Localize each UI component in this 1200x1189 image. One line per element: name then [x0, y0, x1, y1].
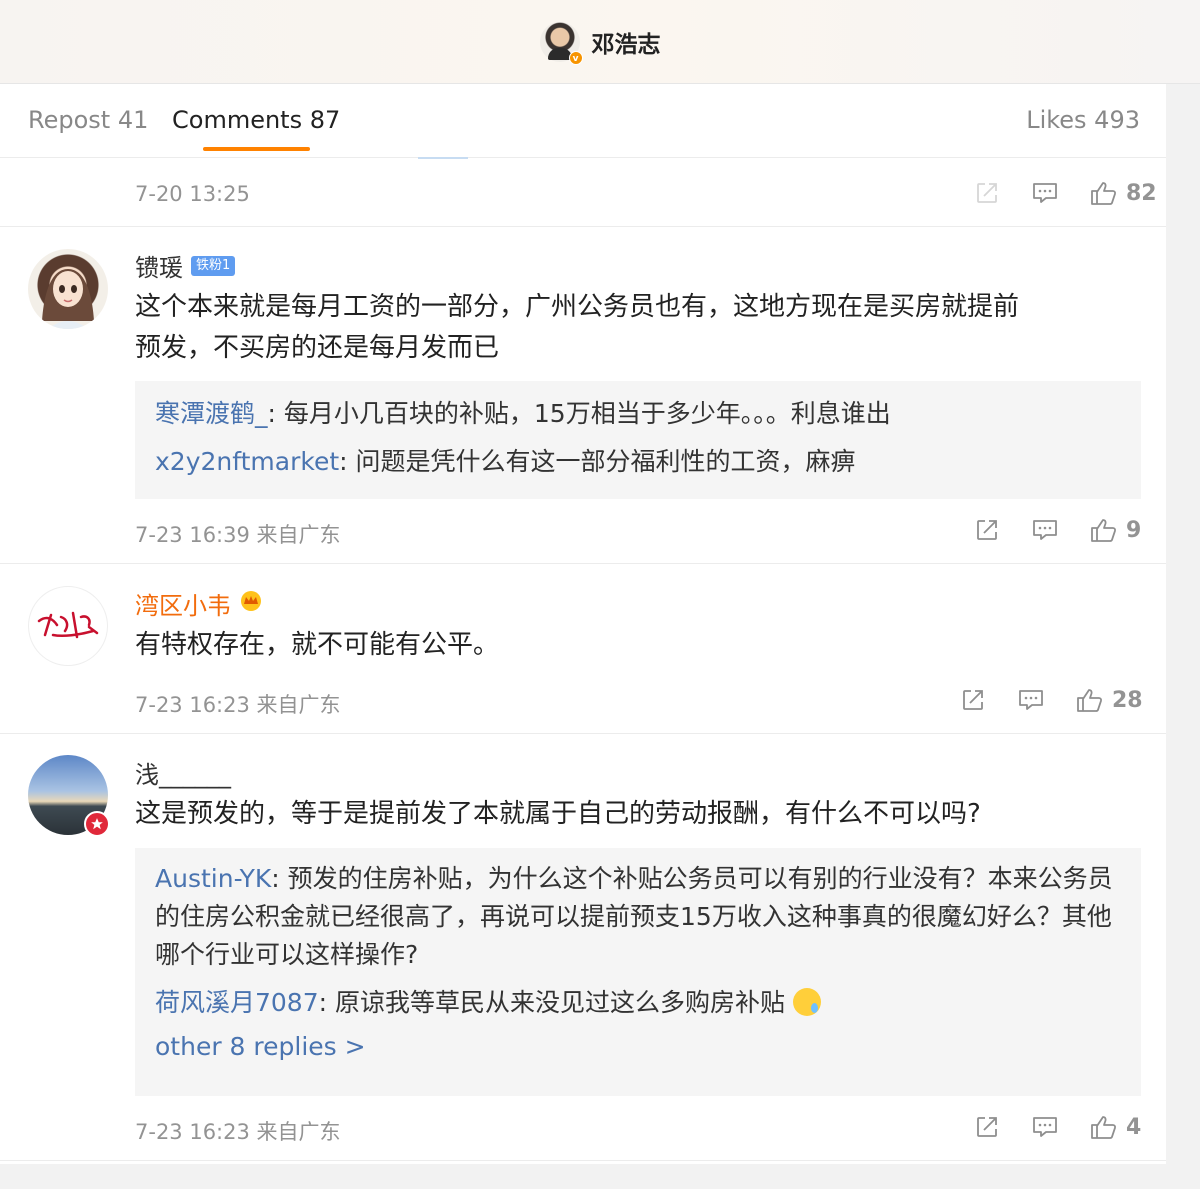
comment-icon[interactable] [1032, 1115, 1058, 1139]
sad-sweat-emoji-icon [792, 988, 821, 1016]
comment-actions: 9 [974, 517, 1141, 543]
username-text[interactable]: 镄瑗 [135, 248, 183, 283]
fan-badge: 铁粉1 [191, 255, 236, 276]
like-count: 4 [1126, 1114, 1142, 1140]
reply-box: 寒潭渡鹤_: 每月小几百块的补贴，15万相当于多少年。。。利息谁出 x2y2nf… [135, 381, 1141, 499]
crown-icon [239, 589, 263, 619]
avatar-calligraphy [37, 611, 99, 639]
comment-text: 有特权存在，就不可能有公平。 [135, 625, 1135, 666]
user-avatar[interactable] [28, 755, 110, 837]
reply-text: : 问题是凭什么有这一部分福利性的工资，麻痹 [339, 447, 856, 476]
tab-repost[interactable]: Repost 41 [28, 106, 148, 134]
reply-text: : 每月小几百块的补贴，15万相当于多少年。。。利息谁出 [267, 399, 891, 428]
share-icon[interactable] [974, 181, 1000, 205]
username-text[interactable]: 湾区小韦 [135, 586, 231, 621]
reply-username[interactable]: Austin-YK [155, 864, 271, 893]
reply-item[interactable]: 寒潭渡鹤_: 每月小几百块的补贴，15万相当于多少年。。。利息谁出 [155, 395, 1121, 433]
reply-text: : 原谅我等草民从来没见过这么多购房补贴 [318, 988, 785, 1017]
comment-username[interactable]: 镄瑗 铁粉1 [135, 248, 236, 283]
comment-actions: 82 [974, 180, 1157, 206]
comments-panel: Repost 41 Comments 87 Likes 493 7-20 13:… [0, 84, 1166, 1164]
reply-box: Austin-YK: 预发的住房补贴，为什么这个补贴公务员可以有别的行业没有？本… [135, 848, 1141, 1096]
comment-username[interactable]: 浅______ [135, 755, 231, 790]
avatar-illustration [42, 269, 94, 329]
verified-badge-icon: v [568, 50, 583, 65]
comment-meta: 7-23 16:23 来自广东 [135, 693, 341, 717]
author-avatar-figure [547, 47, 572, 60]
comment-time: 7-20 13:25 [135, 182, 250, 206]
divider [0, 563, 1166, 564]
divider [0, 733, 1166, 734]
share-icon[interactable] [960, 688, 986, 712]
tab-likes[interactable]: Likes 493 [1026, 106, 1140, 134]
user-avatar[interactable] [28, 249, 108, 329]
reply-item[interactable]: x2y2nftmarket: 问题是凭什么有这一部分福利性的工资，麻痹 [155, 443, 1121, 481]
share-icon[interactable] [974, 1115, 1000, 1139]
active-tab-indicator [203, 147, 310, 151]
reply-text: : 预发的住房补贴，为什么这个补贴公务员可以有别的行业没有？本来公务员的住房公积… [155, 864, 1113, 969]
reply-item[interactable]: Austin-YK: 预发的住房补贴，为什么这个补贴公务员可以有别的行业没有？本… [155, 860, 1121, 974]
tab-comments[interactable]: Comments 87 [172, 106, 340, 134]
top-bar: v 邓浩志 [0, 0, 1200, 84]
comment-actions: 28 [960, 687, 1143, 713]
reply-username[interactable]: 寒潭渡鹤_ [155, 399, 268, 428]
comment-icon[interactable] [1018, 688, 1044, 712]
username-text[interactable]: 浅______ [135, 755, 231, 790]
member-badge-icon [84, 811, 110, 837]
comment-text-line: 这个本来就是每月工资的一部分，广州公务员也有，这地方现在是买房就提前 [135, 292, 1020, 322]
comment-icon[interactable] [1032, 181, 1058, 205]
tab-bar: Repost 41 Comments 87 Likes 493 [0, 84, 1166, 159]
comment-icon[interactable] [1032, 518, 1058, 542]
divider [0, 1160, 1166, 1161]
comment-text-line: 这是预发的，等于是提前发了本就属于自己的劳动报酬，有什么不可以吗? [135, 799, 981, 829]
divider [0, 226, 1166, 227]
comment-meta: 7-23 16:23 来自广东 [135, 1120, 341, 1144]
like-icon[interactable] [1090, 1114, 1118, 1140]
comment-text-line: 预发，不买房的还是每月发而已 [135, 333, 500, 363]
like-icon[interactable] [1090, 517, 1118, 543]
reply-username[interactable]: 荷风溪月7087 [155, 988, 319, 1017]
user-avatar[interactable] [28, 586, 108, 666]
like-count: 9 [1126, 517, 1142, 543]
comment-text-line: 有特权存在，就不可能有公平。 [135, 630, 500, 660]
clipped-link-remnant [418, 157, 468, 159]
more-replies-link[interactable]: other 8 replies > [155, 1032, 1121, 1061]
author-name[interactable]: 邓浩志 [592, 25, 661, 59]
like-count: 28 [1112, 687, 1143, 713]
comment-text: 这个本来就是每月工资的一部分，广州公务员也有，这地方现在是买房就提前 预发，不买… [135, 287, 1135, 369]
comment-meta: 7-23 16:39 来自广东 [135, 523, 341, 547]
comment-username[interactable]: 湾区小韦 [135, 586, 263, 621]
like-count: 82 [1126, 180, 1157, 206]
author-avatar[interactable]: v [539, 21, 583, 65]
share-icon[interactable] [974, 518, 1000, 542]
like-icon[interactable] [1090, 180, 1118, 206]
author-header[interactable]: v 邓浩志 [539, 21, 661, 65]
comment-text: 这是预发的，等于是提前发了本就属于自己的劳动报酬，有什么不可以吗? [135, 794, 1135, 835]
like-icon[interactable] [1076, 687, 1104, 713]
comment-actions: 4 [974, 1114, 1141, 1140]
reply-username[interactable]: x2y2nftmarket [155, 447, 339, 476]
reply-item[interactable]: 荷风溪月7087: 原谅我等草民从来没见过这么多购房补贴 [155, 984, 1121, 1022]
